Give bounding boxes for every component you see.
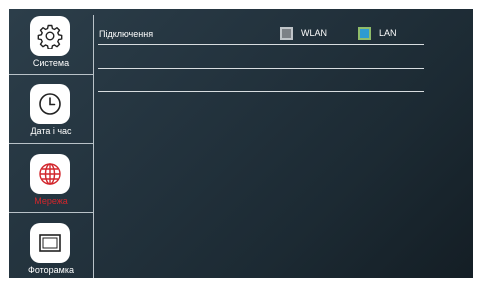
divider-line bbox=[98, 91, 424, 92]
globe-icon bbox=[30, 154, 70, 194]
wlan-label: WLAN bbox=[301, 28, 328, 38]
sidebar-item-network[interactable]: Мережа bbox=[9, 147, 93, 215]
gear-icon bbox=[30, 16, 70, 56]
sidebar-item-label: Фоторамка bbox=[27, 265, 74, 275]
checkbox-unchecked bbox=[280, 26, 293, 40]
lan-label: LAN bbox=[379, 28, 397, 38]
divider-line bbox=[98, 44, 424, 45]
sidebar-item-label: Дата і час bbox=[30, 126, 72, 136]
wlan-checkbox[interactable]: WLAN bbox=[280, 26, 327, 40]
sidebar-item-label: Мережа bbox=[34, 196, 68, 206]
sidebar-item-system[interactable]: Система bbox=[9, 9, 93, 77]
clock-icon bbox=[30, 84, 70, 124]
network-settings-panel: Підключення WLAN LAN bbox=[98, 9, 428, 278]
connection-label: Підключення bbox=[99, 29, 154, 39]
photo-frame-icon bbox=[30, 223, 70, 263]
sidebar-item-photo-frame[interactable]: Фоторамка bbox=[9, 216, 93, 278]
sidebar: Система Дата і час Мережа Фоторамка bbox=[9, 9, 93, 278]
sidebar-divider bbox=[9, 143, 93, 144]
sidebar-separator bbox=[93, 15, 94, 278]
checkbox-checked bbox=[358, 26, 371, 40]
sidebar-divider bbox=[9, 74, 93, 75]
divider-line bbox=[98, 68, 424, 69]
app-window: Система Дата і час Мережа Фоторамка Підк… bbox=[9, 9, 473, 278]
lan-checkbox[interactable]: LAN bbox=[358, 26, 397, 40]
sidebar-item-date-time[interactable]: Дата і час bbox=[9, 77, 93, 145]
sidebar-divider bbox=[9, 212, 93, 213]
sidebar-item-label: Система bbox=[32, 58, 70, 68]
